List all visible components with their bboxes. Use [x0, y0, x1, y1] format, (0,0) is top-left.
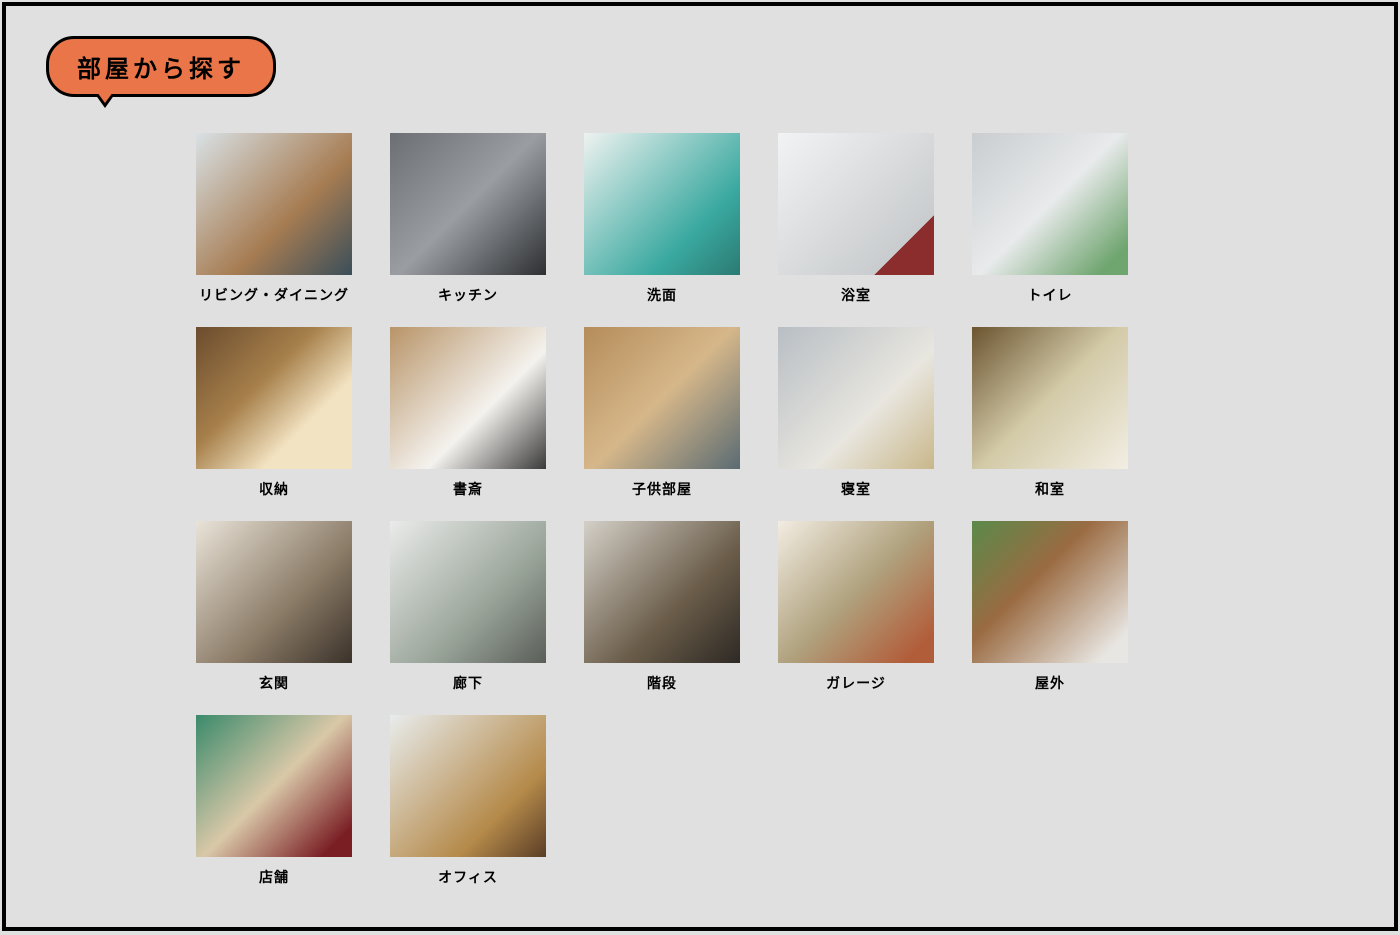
category-label: 子供部屋 [584, 479, 740, 499]
category-tile-stairs[interactable]: 階段 [584, 521, 740, 693]
category-tile-kitchen[interactable]: キッチン [390, 133, 546, 305]
category-tile-bathroom[interactable]: 浴室 [778, 133, 934, 305]
category-label: 店舗 [196, 867, 352, 887]
category-thumbnail [778, 521, 934, 663]
category-label: 階段 [584, 673, 740, 693]
category-thumbnail [584, 133, 740, 275]
category-label: ガレージ [778, 673, 934, 693]
category-thumbnail [584, 521, 740, 663]
category-thumbnail [584, 327, 740, 469]
category-tile-toilet[interactable]: トイレ [972, 133, 1128, 305]
category-thumbnail [196, 715, 352, 857]
category-thumbnail [972, 327, 1128, 469]
category-label: 屋外 [972, 673, 1128, 693]
category-thumbnail [196, 327, 352, 469]
category-thumbnail [196, 521, 352, 663]
category-thumbnail [972, 521, 1128, 663]
category-label: 浴室 [778, 285, 934, 305]
category-tile-living-dining[interactable]: リビング・ダイニング [196, 133, 352, 305]
category-browser-panel: 部屋から探す リビング・ダイニング キッチン 洗面 浴室 トイレ収納 書斎 子供部屋 寝室 和室… [2, 2, 1398, 931]
category-thumbnail [390, 715, 546, 857]
category-thumbnail [972, 133, 1128, 275]
category-label: トイレ [972, 285, 1128, 305]
category-tile-bedroom[interactable]: 寝室 [778, 327, 934, 499]
category-label: リビング・ダイニング [196, 285, 352, 305]
category-thumbnail [390, 521, 546, 663]
category-thumbnail [390, 133, 546, 275]
category-thumbnail [196, 133, 352, 275]
category-label: 洗面 [584, 285, 740, 305]
category-label: 書斎 [390, 479, 546, 499]
category-tile-storage[interactable]: 収納 [196, 327, 352, 499]
category-tile-garage[interactable]: ガレージ [778, 521, 934, 693]
category-label: 玄関 [196, 673, 352, 693]
category-tile-entrance[interactable]: 玄関 [196, 521, 352, 693]
category-label: 寝室 [778, 479, 934, 499]
room-category-grid: リビング・ダイニング キッチン 洗面 浴室 トイレ収納 書斎 子供部屋 寝室 和室玄関 廊下 階段 ガ… [196, 133, 1354, 887]
category-thumbnail [778, 133, 934, 275]
category-tile-washroom[interactable]: 洗面 [584, 133, 740, 305]
category-tile-outdoor[interactable]: 屋外 [972, 521, 1128, 693]
category-label: キッチン [390, 285, 546, 305]
category-thumbnail [390, 327, 546, 469]
category-tile-kids-room[interactable]: 子供部屋 [584, 327, 740, 499]
category-tile-office[interactable]: オフィス [390, 715, 546, 887]
category-thumbnail [778, 327, 934, 469]
category-tile-japanese-room[interactable]: 和室 [972, 327, 1128, 499]
category-tile-study[interactable]: 書斎 [390, 327, 546, 499]
category-label: 廊下 [390, 673, 546, 693]
category-label: オフィス [390, 867, 546, 887]
category-label: 収納 [196, 479, 352, 499]
category-label: 和室 [972, 479, 1128, 499]
section-title-badge: 部屋から探す [46, 36, 276, 97]
category-tile-corridor[interactable]: 廊下 [390, 521, 546, 693]
category-tile-shop[interactable]: 店舗 [196, 715, 352, 887]
